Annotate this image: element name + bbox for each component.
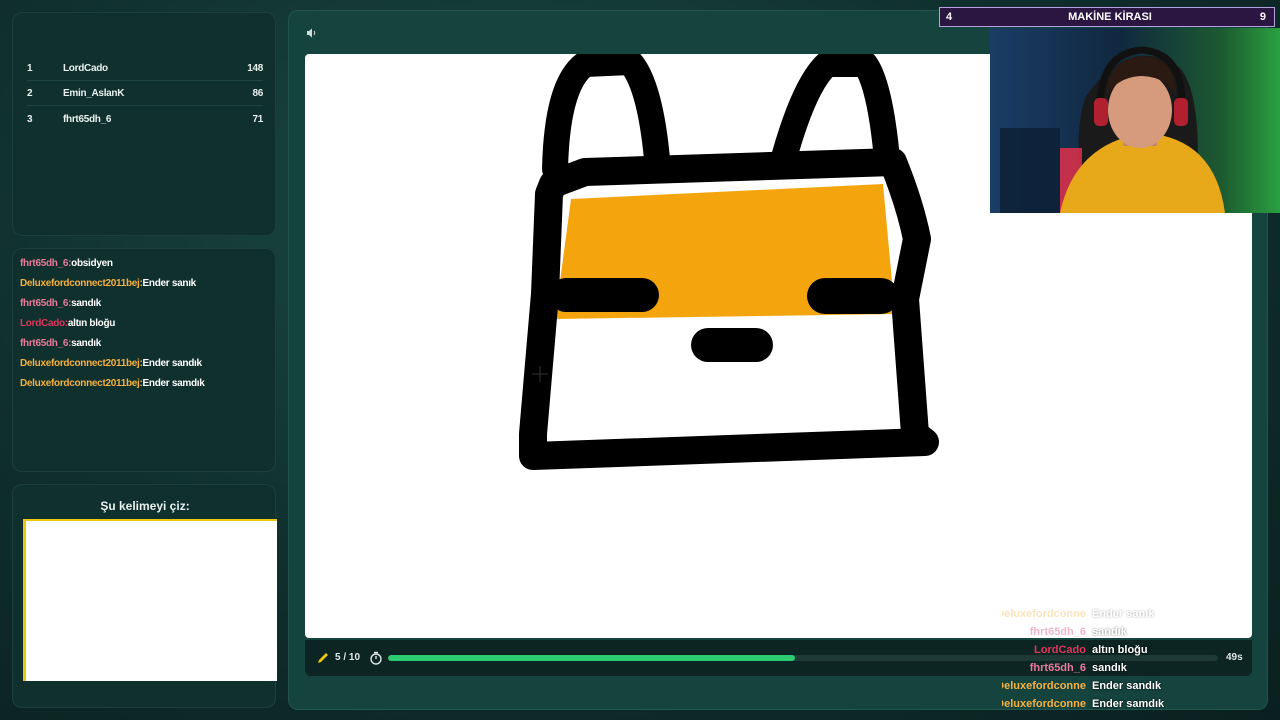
chat-message: fhrt65dh_6:sandık: [20, 298, 101, 309]
left-ear: [542, 54, 670, 182]
leaderboard-rank: 3: [27, 113, 33, 125]
chat-text: sandık: [71, 298, 102, 309]
chat-text: altın bloğu: [67, 318, 116, 329]
chat-message: Deluxefordconnect2011bej:Ender sandık: [20, 358, 202, 369]
chat-message: fhrt65dh_6:sandık: [20, 338, 101, 349]
chat-message: fhrt65dh_6:obsidyen: [20, 258, 113, 269]
leaderboard-rank: 1: [27, 63, 33, 74]
nose: [691, 328, 773, 362]
leaderboard-name: LordCado: [63, 63, 108, 74]
left-eye: [549, 278, 659, 312]
chat-message: Deluxefordconnect2011bej:Ender samdık: [20, 378, 205, 389]
leaderboard-row: 1 LordCado 148: [27, 57, 263, 81]
right-eye: [807, 278, 899, 314]
leaderboard-panel: 1 LordCado 148 2 Emin_AslanK 86 3 fhrt65…: [12, 12, 276, 236]
stopwatch-icon: [370, 651, 382, 665]
overlay-chat-text: altın bloğu: [1092, 644, 1148, 656]
chat-username: Deluxefordconnect2011bej: [20, 358, 140, 369]
leaderboard-score: 86: [252, 88, 263, 99]
overlay-chat-line: fhrt65dh_6 sandık: [980, 662, 1280, 679]
speaker-icon[interactable]: [306, 27, 318, 39]
chat-username: LordCado: [20, 318, 65, 329]
crosshair-icon: [532, 366, 548, 382]
overlay-chat-line: LordCado altın bloğu: [980, 644, 1280, 661]
overlay-chat-text: Ender sandık: [1092, 680, 1162, 692]
overlay-chat-username: fhrt65dh_6: [1029, 662, 1086, 674]
leaderboard-row: 2 Emin_AslanK 86: [27, 82, 263, 106]
time-progress-fill: [388, 655, 795, 661]
chat-text: obsidyen: [71, 258, 113, 269]
leaderboard-row: 3 fhrt65dh_6 71: [27, 107, 263, 131]
stream-banner: 4 MAKİNE KİRASI 9: [939, 7, 1275, 27]
overlay-chat-username: Deluxefordconne...: [1002, 680, 1086, 692]
banner-left-number: 4: [946, 11, 953, 23]
chat-username: fhrt65dh_6: [20, 258, 69, 269]
chat-text: sandık: [71, 338, 102, 349]
leaderboard-score: 71: [252, 113, 263, 125]
chat-username: Deluxefordconnect2011bej: [20, 278, 140, 289]
round-counter: 5 / 10: [335, 652, 361, 663]
stream-overlay-chat: Deluxefordconne... Ender sanık fhrt65dh_6…: [980, 608, 1280, 720]
overlay-chat-username: LordCado: [1034, 644, 1086, 656]
chat-text: Ender sanık: [142, 278, 197, 289]
overlay-chat-username: Deluxefordconne...: [1002, 608, 1086, 620]
chat-text: Ender sandık: [142, 358, 203, 369]
overlay-chat-text: sandık: [1092, 626, 1127, 638]
overlay-chat-line: Deluxefordconne... Ender sandık: [980, 680, 1280, 697]
pencil-icon: [318, 653, 328, 663]
chat-message: Deluxefordconnect2011bej:Ender sanık: [20, 278, 196, 289]
leaderboard-score: 148: [247, 63, 263, 74]
word-panel: Şu kelimeyi çiz:: [12, 484, 277, 708]
leaderboard-name: Emin_AslanK: [63, 88, 125, 99]
chat-text: Ender samdık: [142, 378, 205, 389]
webcam-feed: [990, 28, 1280, 213]
chat-username: fhrt65dh_6: [20, 338, 69, 349]
word-display: [23, 519, 277, 681]
overlay-chat-username: fhrt65dh_6: [1029, 626, 1086, 638]
overlay-chat-line: fhrt65dh_6 sandık: [980, 626, 1280, 643]
overlay-chat-text: Ender sanık: [1092, 608, 1155, 620]
overlay-chat-text: sandık: [1092, 662, 1127, 674]
chat-message: LordCado:altın bloğu: [20, 318, 115, 329]
overlay-chat-text: Ender samdık: [1092, 698, 1165, 710]
overlay-chat-line: Deluxefordconne... Ender samdık: [980, 698, 1280, 715]
right-ear: [772, 54, 900, 172]
chat-username: fhrt65dh_6: [20, 298, 69, 309]
banner-title: MAKİNE KİRASI: [1068, 11, 1152, 23]
chat-panel[interactable]: fhrt65dh_6:obsidyen Deluxefordconnect201…: [12, 248, 276, 472]
chat-username: Deluxefordconnect2011bej: [20, 378, 140, 389]
overlay-chat-line: Deluxefordconne... Ender sanık: [980, 608, 1280, 625]
leaderboard-name: fhrt65dh_6: [63, 113, 112, 125]
overlay-chat-username: Deluxefordconne...: [1002, 698, 1086, 710]
word-prompt-title: Şu kelimeyi çiz:: [100, 499, 190, 513]
leaderboard-rank: 2: [27, 88, 33, 99]
banner-right-number: 9: [1259, 11, 1266, 23]
